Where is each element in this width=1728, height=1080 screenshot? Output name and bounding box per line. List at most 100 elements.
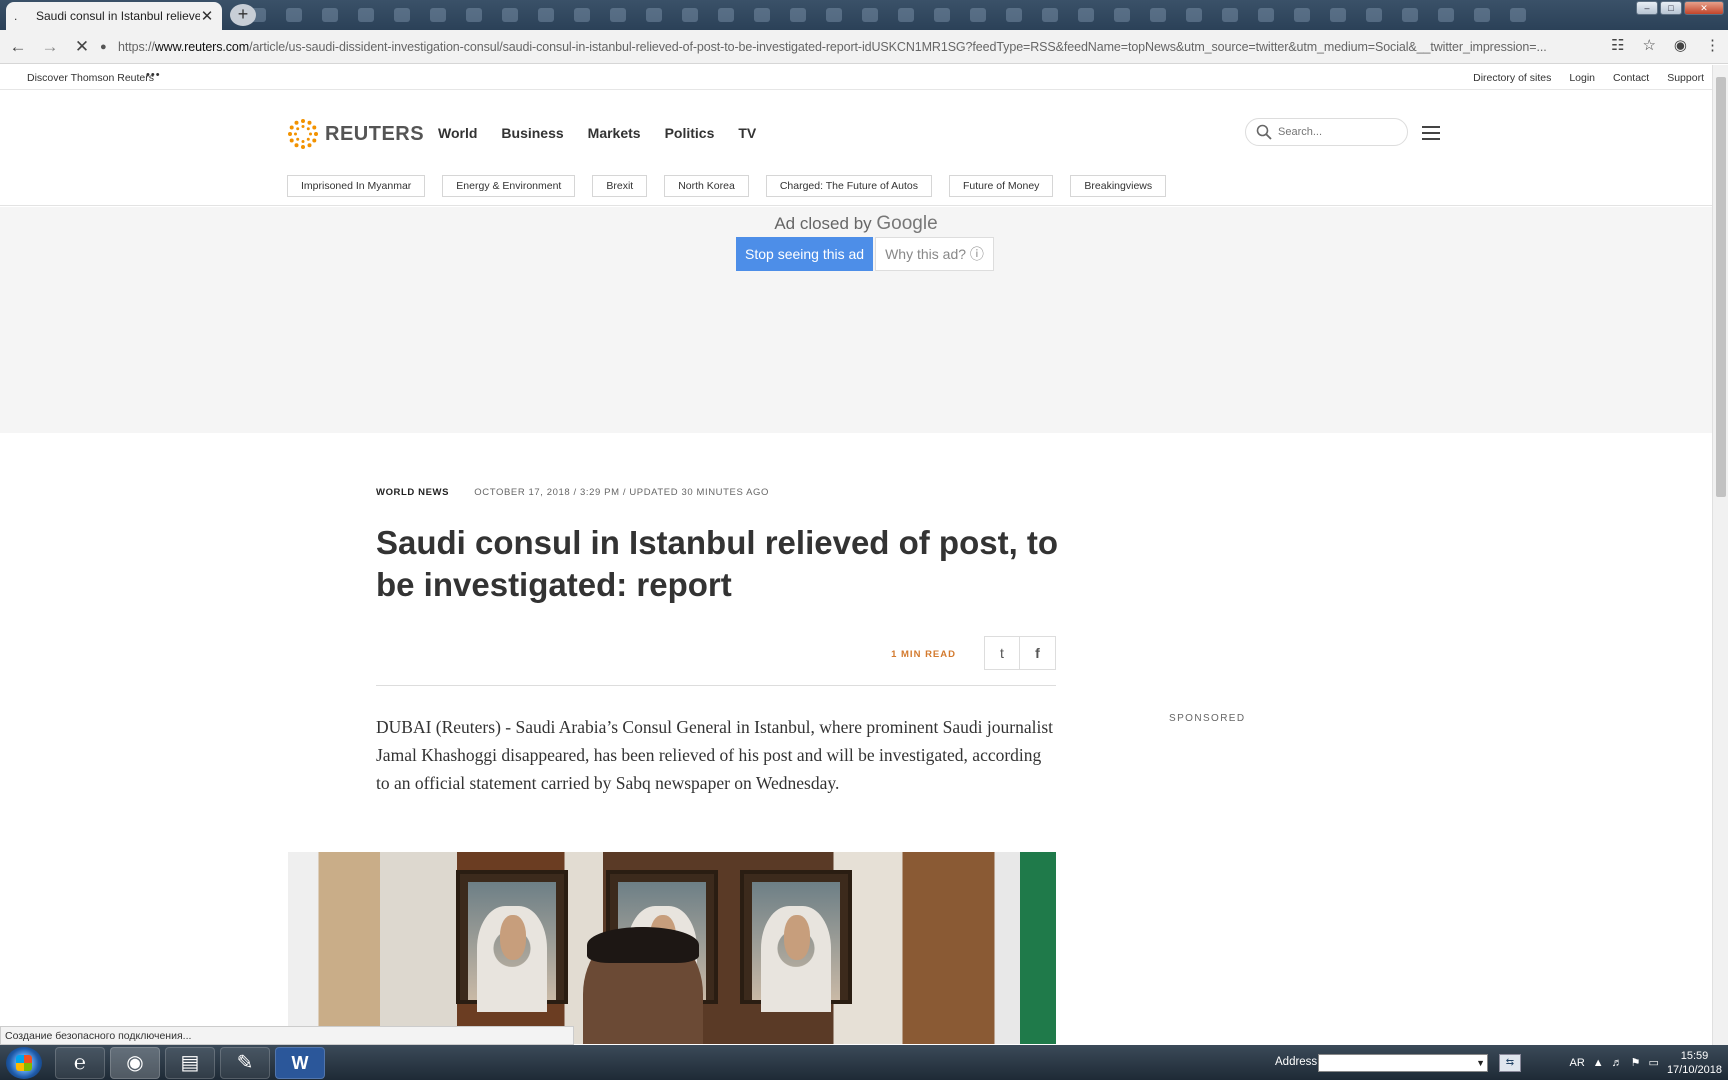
browser-tab-active[interactable]: . Saudi consul in Istanbul relieved of p… — [6, 2, 222, 30]
word-icon[interactable]: W — [275, 1047, 325, 1079]
twitter-share-icon[interactable]: t — [984, 636, 1020, 670]
ad-feedback-buttons: Stop seeing this ad Why this ad? ⓘ — [736, 237, 994, 271]
facebook-share-icon[interactable]: f — [1020, 636, 1056, 670]
search-input[interactable] — [1278, 126, 1398, 138]
topic-imprisoned-in-myanmar[interactable]: Imprisoned In Myanmar — [287, 175, 426, 197]
chrome-menu-icon[interactable]: ⋮ — [1705, 36, 1720, 54]
window-controls: – □ ✕ — [1636, 1, 1724, 15]
article-headline: Saudi consul in Istanbul relieved of pos… — [376, 524, 1059, 603]
notepad-icon[interactable]: ✎ — [220, 1047, 270, 1079]
clock-date: 17/10/2018 — [1666, 1063, 1722, 1076]
article-lead-paragraph: DUBAI (Reuters) - Saudi Arabia’s Consul … — [376, 717, 1054, 793]
contact-link[interactable]: Contact — [1613, 72, 1649, 84]
portrait-frame — [740, 870, 852, 1012]
translate-icon[interactable]: ☷ — [1611, 36, 1624, 54]
network-icon[interactable]: ▭ — [1649, 1056, 1659, 1069]
volume-icon[interactable]: ♬ — [1612, 1057, 1623, 1069]
directory-of-sites-link[interactable]: Directory of sites — [1473, 72, 1551, 84]
portrait-frame — [456, 870, 568, 1012]
topic-future-of-autos[interactable]: Charged: The Future of Autos — [765, 175, 932, 197]
toolbar-actions: ☷ ☆ ◉ ⋮ — [1611, 36, 1720, 54]
lock-icon: ● — [100, 41, 107, 53]
hamburger-menu-icon[interactable] — [1422, 126, 1440, 144]
read-time: 1 MIN READ — [891, 649, 956, 660]
reuters-logo[interactable]: REUTERS — [287, 118, 424, 150]
windows-logo-icon — [16, 1055, 32, 1071]
taskbar-clock[interactable]: 15:59 17/10/2018 — [1667, 1049, 1722, 1077]
maximize-button[interactable]: □ — [1660, 1, 1682, 15]
show-hidden-icons[interactable]: ▲ — [1593, 1057, 1604, 1069]
article-dateline: OCTOBER 17, 2018 / 3:29 PM / UPDATED 30 … — [474, 487, 770, 498]
topic-breakingviews[interactable]: Breakingviews — [1070, 175, 1167, 197]
reuters-logo-icon — [288, 119, 318, 149]
scrollbar-thumb[interactable] — [1716, 77, 1726, 497]
ad-closed-notice: Ad closed by Google — [0, 213, 1712, 235]
tab-loading-icon: . — [14, 9, 18, 23]
more-dots-icon[interactable]: ••• — [146, 69, 161, 81]
nav-markets[interactable]: Markets — [588, 125, 641, 141]
window-close-button[interactable]: ✕ — [1684, 1, 1724, 15]
internet-explorer-icon[interactable]: ℮ — [55, 1047, 105, 1079]
article-photo[interactable] — [288, 852, 1056, 1044]
clock-time: 15:59 — [1680, 1049, 1709, 1062]
login-link[interactable]: Login — [1569, 72, 1595, 84]
ad-slot: Ad closed by Google Stop seeing this ad … — [0, 207, 1712, 433]
saudi-flag — [1020, 852, 1056, 1044]
photo-subject — [583, 927, 703, 1044]
chevron-down-icon[interactable]: ▼ — [1476, 1058, 1485, 1068]
url-scheme: https:// — [118, 40, 155, 54]
browser-status-bubble: Создание безопасного подключения... — [0, 1026, 574, 1045]
minimize-button[interactable]: – — [1636, 1, 1658, 15]
bookmark-star-icon[interactable]: ☆ — [1642, 36, 1655, 54]
google-wordmark: Google — [876, 213, 938, 234]
topic-future-of-money[interactable]: Future of Money — [948, 175, 1054, 197]
nav-politics[interactable]: Politics — [665, 125, 715, 141]
taskbar-address-label: Address — [1275, 1056, 1318, 1068]
url-text[interactable]: https://www.reuters.com/article/us-saudi… — [118, 40, 1598, 54]
main-navigation: World Business Markets Politics TV — [438, 125, 780, 141]
discover-thomson-reuters-link[interactable]: Discover Thomson Reuters — [27, 72, 154, 84]
nav-business[interactable]: Business — [501, 125, 563, 141]
back-icon[interactable]: ← — [4, 37, 32, 57]
start-button[interactable] — [6, 1047, 42, 1079]
file-explorer-icon[interactable]: ▤ — [165, 1047, 215, 1079]
forward-icon[interactable]: → — [36, 37, 64, 57]
browser-tab-strip: . Saudi consul in Istanbul relieved of p… — [0, 0, 1728, 30]
taskbar-address-go-button[interactable]: ⇆ — [1499, 1054, 1521, 1072]
stop-loading-icon[interactable]: ✕ — [68, 37, 96, 57]
topic-north-korea[interactable]: North Korea — [664, 175, 749, 197]
trending-topics: Imprisoned In Myanmar Energy & Environme… — [287, 175, 1167, 197]
article-section[interactable]: WORLD NEWS — [376, 487, 449, 498]
account-icon[interactable]: ◉ — [1674, 36, 1687, 54]
sponsored-label: SPONSORED — [1169, 713, 1246, 724]
stop-seeing-ad-button[interactable]: Stop seeing this ad — [736, 237, 874, 271]
site-header: REUTERS World Business Markets Politics … — [0, 90, 1712, 206]
url-path: /article/us-saudi-dissident-investigatio… — [249, 40, 1547, 54]
action-center-icon[interactable]: ⚑ — [1631, 1056, 1641, 1069]
address-bar[interactable]: ● https://www.reuters.com/article/us-sau… — [100, 34, 1600, 60]
reuters-wordmark: REUTERS — [325, 122, 425, 145]
article-meta: WORLD NEWS OCTOBER 17, 2018 / 3:29 PM / … — [376, 487, 769, 498]
utility-bar: Discover Thomson Reuters ••• Directory o… — [0, 65, 1712, 90]
background-desktop-icons — [250, 5, 1618, 25]
system-tray: AR ▲ ♬ ⚑ ▭ 15:59 17/10/2018 — [1569, 1045, 1722, 1080]
windows-taskbar: ℮ ◉ ▤ ✎ W Address ▼ ⇆ AR ▲ ♬ ⚑ ▭ 15:59 1… — [0, 1045, 1728, 1080]
search-box[interactable] — [1245, 118, 1408, 146]
new-tab-button[interactable]: + — [230, 4, 256, 26]
topic-brexit[interactable]: Brexit — [592, 175, 648, 197]
why-this-ad-button[interactable]: Why this ad? ⓘ — [875, 237, 994, 271]
page-scrollbar[interactable] — [1712, 65, 1728, 1045]
utility-links: Directory of sites Login Contact Support — [1473, 72, 1704, 84]
support-link[interactable]: Support — [1667, 72, 1704, 84]
nav-tv[interactable]: TV — [738, 125, 756, 141]
url-host: www.reuters.com — [154, 40, 250, 54]
close-tab-icon[interactable]: ✕ — [200, 7, 214, 25]
topic-energy-environment[interactable]: Energy & Environment — [442, 175, 576, 197]
article-tools: 1 MIN READ t f — [376, 636, 1056, 686]
taskbar-address-input[interactable]: ▼ — [1318, 1054, 1488, 1072]
nav-world[interactable]: World — [438, 125, 477, 141]
chrome-icon[interactable]: ◉ — [110, 1047, 160, 1079]
ad-closed-text: Ad closed by — [774, 214, 872, 233]
browser-toolbar: ← → ✕ ● https://www.reuters.com/article/… — [0, 30, 1728, 64]
language-indicator[interactable]: AR — [1569, 1057, 1584, 1069]
